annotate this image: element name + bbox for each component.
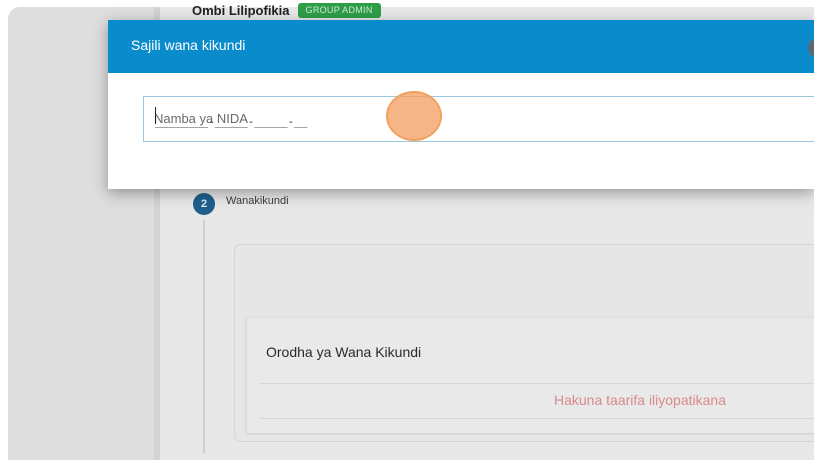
empty-state-message: Hakuna taarifa iliyopatikana	[554, 392, 726, 408]
close-icon[interactable]	[808, 38, 814, 58]
applicant-header: Ombi Lilipofikia GROUP ADMIN	[192, 3, 381, 18]
step-label[interactable]: Wanakikundi	[226, 195, 289, 207]
members-list-panel	[246, 317, 814, 433]
modal-title: Sajili wana kikundi	[131, 37, 246, 53]
text-caret	[155, 107, 156, 124]
members-list-title: Orodha ya Wana Kikundi	[266, 344, 422, 360]
list-divider	[260, 383, 814, 384]
applicant-name: Ombi Lilipofikia	[192, 3, 290, 18]
stepper-line	[203, 220, 205, 453]
list-divider-bottom	[260, 418, 814, 419]
nida-field[interactable]: ________-_____-_____-__	[143, 96, 814, 142]
role-badge: GROUP ADMIN	[297, 3, 381, 18]
register-members-modal: Sajili wana kikundi ________-_____-_____…	[108, 20, 814, 189]
modal-header: Sajili wana kikundi	[108, 20, 814, 73]
step-number-circle[interactable]: 2	[193, 193, 215, 215]
click-indicator	[386, 91, 442, 141]
